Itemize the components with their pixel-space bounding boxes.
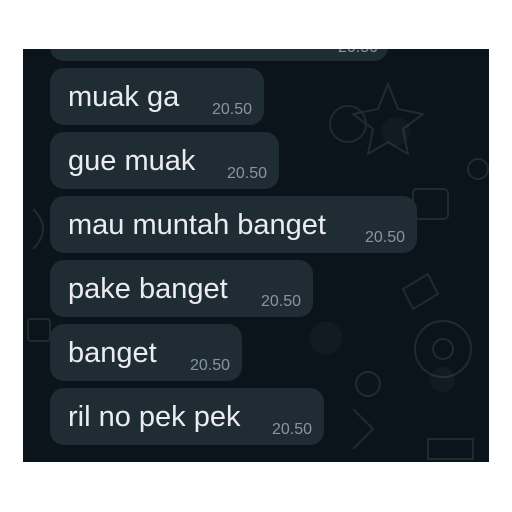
message-text: muak ga — [68, 81, 180, 113]
message-timestamp: 20.50 — [189, 357, 230, 374]
message-bubble[interactable]: gue muak 20.50 — [50, 132, 279, 189]
message-timestamp: 20.50 — [364, 229, 405, 246]
message-timestamp: 20.50 — [211, 101, 252, 118]
chat-screen[interactable]: 20.50 muak ga 20.50 gue muak 20.50 mau m… — [23, 49, 489, 462]
message-bubble[interactable]: muak ga 20.50 — [50, 68, 264, 125]
message-timestamp: 20.50 — [338, 49, 378, 57]
message-bubble[interactable]: pake banget 20.50 — [50, 260, 313, 317]
message-timestamp: 20.50 — [260, 293, 301, 310]
message-text: ril no pek pek — [68, 401, 241, 433]
message-text: pake banget — [68, 273, 228, 305]
message-timestamp: 20.50 — [226, 165, 267, 182]
message-bubble[interactable]: ril no pek pek 20.50 — [50, 388, 324, 445]
message-bubble[interactable]: mau muntah banget 20.50 — [50, 196, 417, 253]
message-bubble[interactable]: banget 20.50 — [50, 324, 242, 381]
message-bubble-partial[interactable]: 20.50 — [50, 49, 388, 61]
message-text: gue muak — [68, 145, 196, 177]
message-timestamp: 20.50 — [271, 421, 312, 438]
message-text: mau muntah banget — [68, 209, 326, 241]
message-text: banget — [68, 337, 157, 369]
